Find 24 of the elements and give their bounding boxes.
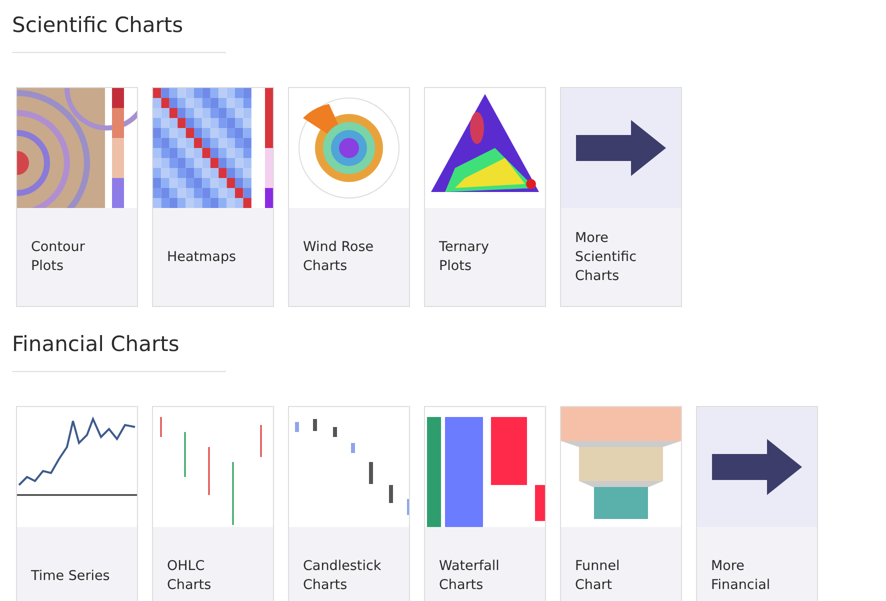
card-label: Wind Rose Charts bbox=[303, 238, 375, 276]
card-label: Ternary Plots bbox=[439, 238, 490, 276]
chart-card[interactable]: Time Series bbox=[16, 406, 138, 601]
chart-card[interactable]: Wind Rose Charts bbox=[288, 87, 410, 307]
card-label: More Financial bbox=[711, 557, 772, 595]
chart-card[interactable]: More Financial bbox=[696, 406, 818, 601]
chart-card[interactable]: Heatmaps bbox=[152, 87, 274, 307]
card-label: Contour Plots bbox=[31, 238, 86, 276]
section-heading: Financial Charts bbox=[12, 331, 180, 357]
card-label: Time Series bbox=[31, 566, 110, 586]
card-label: Heatmaps bbox=[167, 248, 236, 266]
chart-card[interactable]: More Scientific Charts bbox=[560, 87, 682, 307]
chart-card[interactable]: Contour Plots bbox=[16, 87, 138, 307]
card-label: Funnel Chart bbox=[575, 557, 621, 595]
section-heading: Scientific Charts bbox=[12, 12, 184, 38]
chart-card[interactable]: Candlestick Charts bbox=[288, 406, 410, 601]
card-label: Waterfall Charts bbox=[439, 557, 500, 595]
chart-card[interactable]: Waterfall Charts bbox=[424, 406, 546, 601]
chart-card[interactable]: Ternary Plots bbox=[424, 87, 546, 307]
chart-card[interactable]: Funnel Chart bbox=[560, 406, 682, 601]
card-label: Candlestick Charts bbox=[303, 557, 382, 595]
chart-card[interactable]: OHLC Charts bbox=[152, 406, 274, 601]
card-label: OHLC Charts bbox=[167, 557, 212, 595]
card-label: More Scientific Charts bbox=[575, 228, 638, 286]
